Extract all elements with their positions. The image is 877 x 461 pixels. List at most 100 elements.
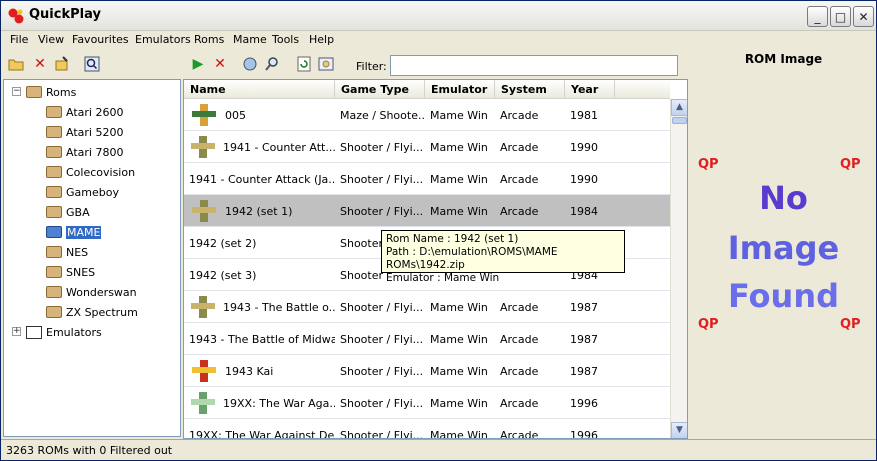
year-cell: 1981 — [570, 108, 598, 122]
emulator-window-icon — [26, 325, 42, 339]
scroll-thumb[interactable] — [672, 117, 687, 124]
tree-item-atari-7800[interactable]: Atari 7800 — [46, 143, 123, 161]
window-title: QuickPlay — [29, 7, 101, 22]
rom-row[interactable]: 19XX: The War Aga... Shooter / Flyi... Mam… — [184, 387, 670, 419]
rom-name: 19XX: The War Against De... — [189, 428, 335, 439]
rom-row[interactable]: 19XX: The War Against De... Shooter / Fly… — [184, 419, 670, 439]
tree-item-roms[interactable]: Roms — [26, 83, 76, 101]
menu-favourites[interactable]: Favourites — [72, 33, 129, 46]
no-image-text-no: No — [759, 179, 808, 217]
tree-item-snes[interactable]: SNES — [46, 263, 95, 281]
find-button[interactable] — [241, 55, 259, 73]
rom-row[interactable]: 1943 Kai Shooter / Flyi... Mame Win Arcade 1… — [184, 355, 670, 387]
explorer-sprite-icon — [189, 101, 219, 129]
rom-name: 19XX: The War Aga... — [223, 396, 335, 410]
tree-item-emulators[interactable]: Emulators — [26, 323, 102, 341]
rom-name-cell: 19XX: The War Aga... — [184, 387, 335, 419]
system-cell: Arcade — [500, 108, 539, 122]
play-button[interactable]: ▶ — [189, 55, 207, 73]
menu-roms[interactable]: Roms — [194, 33, 224, 46]
tree-item-gba[interactable]: GBA — [46, 203, 90, 221]
folder-icon — [46, 206, 62, 218]
rom-name-cell: 1941 - Counter Att... — [184, 131, 335, 163]
minimize-button[interactable]: _ — [807, 6, 828, 27]
open-folder-button[interactable] — [7, 55, 25, 73]
system-cell: Arcade — [500, 204, 539, 218]
no-image-text-found: Found — [727, 277, 839, 315]
folder-icon — [46, 106, 62, 118]
scroll-down-button[interactable]: ▼ — [671, 422, 687, 438]
year-cell: 1990 — [570, 172, 598, 186]
tree-item-zx-spectrum[interactable]: ZX Spectrum — [46, 303, 138, 321]
column-header-emulator[interactable]: Emulator — [425, 80, 495, 99]
rom-name: 1943 Kai — [225, 364, 274, 378]
search-icon — [84, 56, 100, 72]
tree-item-label: NES — [66, 245, 89, 259]
year-cell: 1987 — [570, 364, 598, 378]
tree-item-nes[interactable]: NES — [46, 243, 88, 261]
menu-help[interactable]: Help — [309, 33, 334, 46]
tree-item-atari-2600[interactable]: Atari 2600 — [46, 103, 123, 121]
tree-item-wonderswan[interactable]: Wonderswan — [46, 283, 137, 301]
tree-item-colecovision[interactable]: Colecovision — [46, 163, 135, 181]
tree-toolbar: ✕ — [3, 51, 181, 77]
gear-icon — [318, 57, 334, 71]
menu-tools[interactable]: Tools — [272, 33, 299, 46]
rom-row[interactable]: 1943 - The Battle o... Shooter / Flyi... M… — [184, 291, 670, 323]
rom-name: 1942 (set 2) — [189, 236, 257, 250]
rom-tooltip: Rom Name : 1942 (set 1) Path : D:\emulat… — [381, 230, 625, 284]
tooltip-emulator: Emulator : Mame Win — [386, 272, 500, 284]
folder-icon — [46, 306, 62, 318]
tree-item-label: Atari 7800 — [66, 145, 124, 159]
column-header-system[interactable]: System — [495, 80, 565, 99]
game-type-cell: Shooter / Flyi... — [340, 172, 424, 186]
column-header-year[interactable]: Year — [565, 80, 615, 99]
column-header-name[interactable]: Name — [184, 80, 335, 99]
tree-item-gameboy[interactable]: Gameboy — [46, 183, 119, 201]
remove-button[interactable]: ✕ — [211, 55, 229, 73]
status-text: 3263 ROMs with 0 Filtered out — [6, 444, 173, 457]
rom-row[interactable]: 1941 - Counter Att... Shooter / Flyi... Ma… — [184, 131, 670, 163]
maximize-button[interactable]: □ — [830, 6, 851, 27]
search-button[interactable] — [263, 55, 281, 73]
delete-button[interactable]: ✕ — [31, 55, 49, 73]
menu-mame[interactable]: Mame — [233, 33, 267, 46]
title-bar[interactable]: QuickPlay _ □ ✕ — [1, 1, 876, 31]
open-folder-icon — [8, 59, 24, 71]
search-roms-button[interactable] — [83, 55, 101, 73]
refresh-button[interactable] — [295, 55, 313, 73]
app-window: QuickPlay _ □ ✕ File View Favourites Emu… — [0, 0, 877, 461]
rom-row[interactable]: 005 Maze / Shoote... Mame Win Arcade 1981 — [184, 99, 670, 131]
folder-icon — [26, 86, 42, 98]
status-bar: 3263 ROMs with 0 Filtered out — [1, 439, 876, 460]
emulators-expand-toggle[interactable]: + — [12, 327, 21, 336]
settings-button[interactable] — [317, 55, 335, 73]
rom-name: 1941 - Counter Att... — [223, 140, 335, 154]
scroll-up-button[interactable]: ▲ — [671, 99, 687, 116]
chevron-up-icon: ▲ — [676, 102, 683, 112]
properties-button[interactable] — [53, 55, 71, 73]
system-cell: Arcade — [500, 140, 539, 154]
menu-file[interactable]: File — [10, 33, 28, 46]
menu-emulators[interactable]: Emulators — [135, 33, 191, 46]
rom-row[interactable]: 1941 - Counter Attack (Ja... Shooter / Fl… — [184, 163, 670, 195]
roms-collapse-toggle[interactable]: − — [12, 87, 21, 96]
filter-label: Filter: — [356, 60, 387, 73]
close-button[interactable]: ✕ — [853, 6, 874, 27]
plane-sprite-icon — [189, 133, 217, 161]
list-scrollbar[interactable]: ▲ ▼ — [670, 99, 687, 438]
emulator-cell: Mame Win — [430, 364, 488, 378]
rom-tree[interactable]: − Roms Atari 2600 Atari 5200 Atari 7800 … — [3, 79, 181, 437]
tree-item-label: Gameboy — [66, 185, 119, 199]
menu-view[interactable]: View — [38, 33, 64, 46]
tree-item-mame[interactable]: MAME — [46, 223, 102, 241]
rom-row[interactable]: 1943 - The Battle of Midwa... Shooter / F… — [184, 323, 670, 355]
rom-row[interactable]: 1942 (set 1) Shooter / Flyi... Mame Win Arc… — [184, 195, 670, 227]
folder-icon — [46, 246, 62, 258]
rom-name: 005 — [225, 108, 246, 122]
tree-item-label: Roms — [46, 85, 77, 99]
column-header-game-type[interactable]: Game Type — [335, 80, 425, 99]
filter-input[interactable] — [390, 55, 678, 76]
tree-item-atari-5200[interactable]: Atari 5200 — [46, 123, 123, 141]
emulator-cell: Mame Win — [430, 204, 488, 218]
